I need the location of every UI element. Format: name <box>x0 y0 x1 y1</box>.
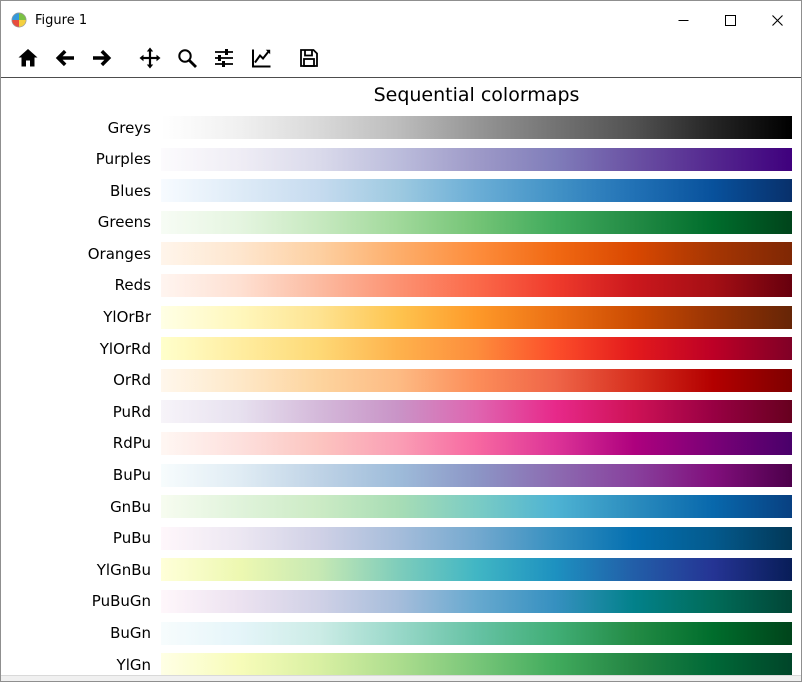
colormap-row: Greens <box>1 210 801 234</box>
zoom-icon[interactable] <box>168 41 205 75</box>
colormap-gradient-bar <box>161 526 792 550</box>
subplots-sliders-icon[interactable] <box>205 41 242 75</box>
colormap-gradient-bar <box>161 495 792 519</box>
colormap-row: GnBu <box>1 495 801 519</box>
colormap-row: BuPu <box>1 463 801 487</box>
chart-title: Sequential colormaps <box>373 84 580 106</box>
colormap-gradient-bar <box>161 337 792 361</box>
maximize-button[interactable] <box>707 1 754 39</box>
colormap-row: PuBuGn <box>1 589 801 613</box>
colormap-label: BuPu <box>112 466 151 485</box>
colormap-label: PuBuGn <box>91 592 151 611</box>
pan-icon[interactable] <box>131 41 168 75</box>
forward-arrow-icon[interactable] <box>83 41 120 75</box>
colormap-label: YlOrBr <box>103 308 151 327</box>
colormap-row: Reds <box>1 273 801 297</box>
home-icon[interactable] <box>9 41 46 75</box>
colormap-gradient-bar <box>161 589 792 613</box>
colormap-row: PuBu <box>1 526 801 550</box>
colormap-row: Oranges <box>1 242 801 266</box>
colormap-label: BuGn <box>110 624 151 642</box>
colormap-gradient-bar <box>161 179 792 203</box>
colormap-gradient-bar <box>161 116 792 139</box>
colormap-label: PuRd <box>112 402 151 421</box>
colormap-label: GnBu <box>110 497 151 516</box>
back-arrow-icon[interactable] <box>46 41 83 75</box>
colormap-label: YlOrRd <box>99 339 151 358</box>
colormap-label: YlGnBu <box>96 560 151 579</box>
colormap-gradient-bar <box>161 431 792 455</box>
colormap-row: YlGn <box>1 653 801 675</box>
colormap-label: OrRd <box>113 371 151 390</box>
colormap-gradient-bar <box>161 653 792 675</box>
colormap-label: Greens <box>97 213 151 232</box>
colormap-gradient-bar <box>161 368 792 392</box>
navigation-toolbar <box>1 39 801 78</box>
colormap-gradient-bar <box>161 400 792 424</box>
colormap-row: RdPu <box>1 431 801 455</box>
colormap-gradient-bar <box>161 273 792 297</box>
colormap-label: Purples <box>95 150 151 169</box>
colormap-label: PuBu <box>112 529 151 548</box>
window-bottom-frame <box>1 675 801 681</box>
colormap-gradient-bar <box>161 210 792 234</box>
colormap-gradient-bar <box>161 305 792 329</box>
colormap-row: PuRd <box>1 400 801 424</box>
minimize-button[interactable] <box>660 1 707 39</box>
colormap-row: YlOrBr <box>1 305 801 329</box>
colormap-row: Greys <box>1 116 801 139</box>
colormap-row: Purples <box>1 147 801 171</box>
save-icon[interactable] <box>290 41 327 75</box>
colormap-row: OrRd <box>1 368 801 392</box>
colormap-row: Blues <box>1 179 801 203</box>
colormap-label: RdPu <box>112 434 151 453</box>
colormap-gradient-bar <box>161 558 792 582</box>
colormap-label: YlGn <box>116 655 151 674</box>
titlebar[interactable]: Figure 1 <box>1 1 801 39</box>
colormap-gradient-bar <box>161 242 792 266</box>
window-controls <box>660 1 801 39</box>
colormap-label: Oranges <box>87 244 151 263</box>
colormap-label: Greys <box>107 118 151 137</box>
colormap-gradient-bar <box>161 621 792 645</box>
colormap-gradient-bar <box>161 463 792 487</box>
colormap-rows: Greys Purples Blues Greens Oranges Reds YlOrBr… <box>1 116 801 675</box>
matplotlib-icon <box>11 12 27 28</box>
figure-canvas: Sequential colormaps Greys Purples Blues Gr… <box>1 78 801 675</box>
colormap-row: YlGnBu <box>1 558 801 582</box>
figure-window: Figure 1 Sequential colormaps Greys Purp… <box>0 0 802 682</box>
colormap-label: Reds <box>114 276 151 295</box>
colormap-gradient-bar <box>161 147 792 171</box>
close-button[interactable] <box>754 1 801 39</box>
colormap-label: Blues <box>109 181 151 200</box>
customize-chart-icon[interactable] <box>242 41 279 75</box>
colormap-row: BuGn <box>1 621 801 645</box>
window-title: Figure 1 <box>35 12 88 28</box>
colormap-row: YlOrRd <box>1 337 801 361</box>
